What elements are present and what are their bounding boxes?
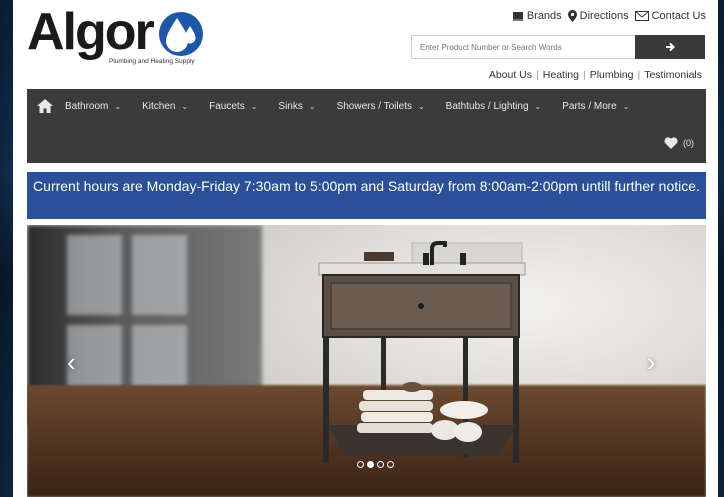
home-link[interactable]	[37, 99, 53, 113]
utility-links: Brands Directions Contact Us	[512, 10, 706, 22]
info-links: About Us | Heating | Plumbing | Testimon…	[489, 69, 702, 81]
search-submit-button[interactable]	[635, 35, 705, 59]
envelope-icon	[634, 11, 649, 21]
directions-link[interactable]: Directions	[567, 10, 629, 22]
contact-link-label: Contact Us	[651, 10, 706, 22]
carousel-dot[interactable]	[377, 461, 384, 468]
carousel-dot[interactable]	[357, 461, 364, 468]
hero-carousel: ‹ ›	[27, 225, 706, 497]
chevron-down-icon: ⌄	[250, 101, 258, 111]
wishlist-count: (0)	[683, 138, 694, 148]
hours-announcement: Current hours are Monday-Friday 7:30am t…	[27, 172, 706, 219]
logo-tagline: Plumbing and Heating Supply	[109, 58, 195, 65]
search-input[interactable]	[411, 35, 635, 59]
nav-item-label: Faucets	[209, 100, 245, 112]
wishlist-button[interactable]: (0)	[664, 137, 694, 149]
nav-item-label: Parts / More	[562, 100, 617, 112]
plumbing-link[interactable]: Plumbing	[590, 69, 634, 81]
arrow-right-icon	[666, 42, 675, 52]
about-us-link[interactable]: About Us	[489, 69, 532, 81]
nav-item-label: Kitchen	[142, 100, 176, 112]
chevron-down-icon: ⌄	[308, 101, 316, 111]
nav-item-parts-more[interactable]: Parts / More ⌄	[562, 101, 629, 112]
chevron-down-icon: ⌄	[622, 101, 630, 111]
chevron-down-icon: ⌄	[417, 101, 425, 111]
chevron-down-icon: ⌄	[181, 101, 189, 111]
link-separator: |	[582, 69, 586, 81]
nav-item-faucets[interactable]: Faucets ⌄	[209, 101, 257, 112]
brands-link[interactable]: Brands	[512, 10, 562, 22]
site-logo[interactable]: Algor Plumbing and Heating Supply	[27, 3, 217, 68]
link-separator: |	[637, 69, 641, 81]
brands-link-label: Brands	[526, 10, 562, 22]
vanity-product-image	[318, 241, 526, 463]
heart-icon	[664, 137, 678, 149]
testimonials-link[interactable]: Testimonials	[644, 69, 702, 81]
link-separator: |	[536, 69, 539, 81]
logo-wordmark: Algor	[27, 3, 155, 61]
nav-item-showers-toilets[interactable]: Showers / Toilets ⌄	[337, 101, 425, 112]
nav-item-bathroom[interactable]: Bathroom ⌄	[65, 101, 121, 112]
carousel-indicators	[357, 461, 394, 468]
map-pin-icon	[567, 10, 577, 22]
book-icon	[512, 11, 523, 21]
nav-item-bathtubs-lighting[interactable]: Bathtubs / Lighting ⌄	[446, 101, 542, 112]
nav-item-label: Bathtubs / Lighting	[445, 100, 529, 112]
carousel-prev-button[interactable]: ‹	[67, 349, 76, 375]
product-search	[411, 35, 705, 59]
main-navigation: Bathroom ⌄ Kitchen ⌄ Faucets ⌄ Sinks ⌄ S…	[27, 89, 706, 163]
carousel-dot[interactable]	[387, 461, 394, 468]
heating-link[interactable]: Heating	[543, 69, 579, 81]
nav-item-label: Bathroom	[65, 100, 109, 112]
carousel-dot-active[interactable]	[367, 461, 374, 468]
directions-link-label: Directions	[579, 10, 629, 22]
water-drop-logo-icon	[159, 12, 203, 56]
nav-menu: Bathroom ⌄ Kitchen ⌄ Faucets ⌄ Sinks ⌄ S…	[37, 99, 650, 113]
chevron-down-icon: ⌄	[114, 101, 122, 111]
nav-item-sinks[interactable]: Sinks ⌄	[278, 101, 315, 112]
chevron-down-icon: ⌄	[534, 101, 542, 111]
nav-item-label: Sinks	[278, 100, 303, 112]
website-page: Algor Plumbing and Heating Supply Brands…	[13, 0, 718, 497]
nav-item-label: Showers / Toilets	[336, 100, 412, 112]
contact-link[interactable]: Contact Us	[634, 10, 706, 22]
nav-item-kitchen[interactable]: Kitchen ⌄	[142, 101, 188, 112]
home-icon	[37, 99, 53, 113]
carousel-next-button[interactable]: ›	[647, 349, 656, 375]
